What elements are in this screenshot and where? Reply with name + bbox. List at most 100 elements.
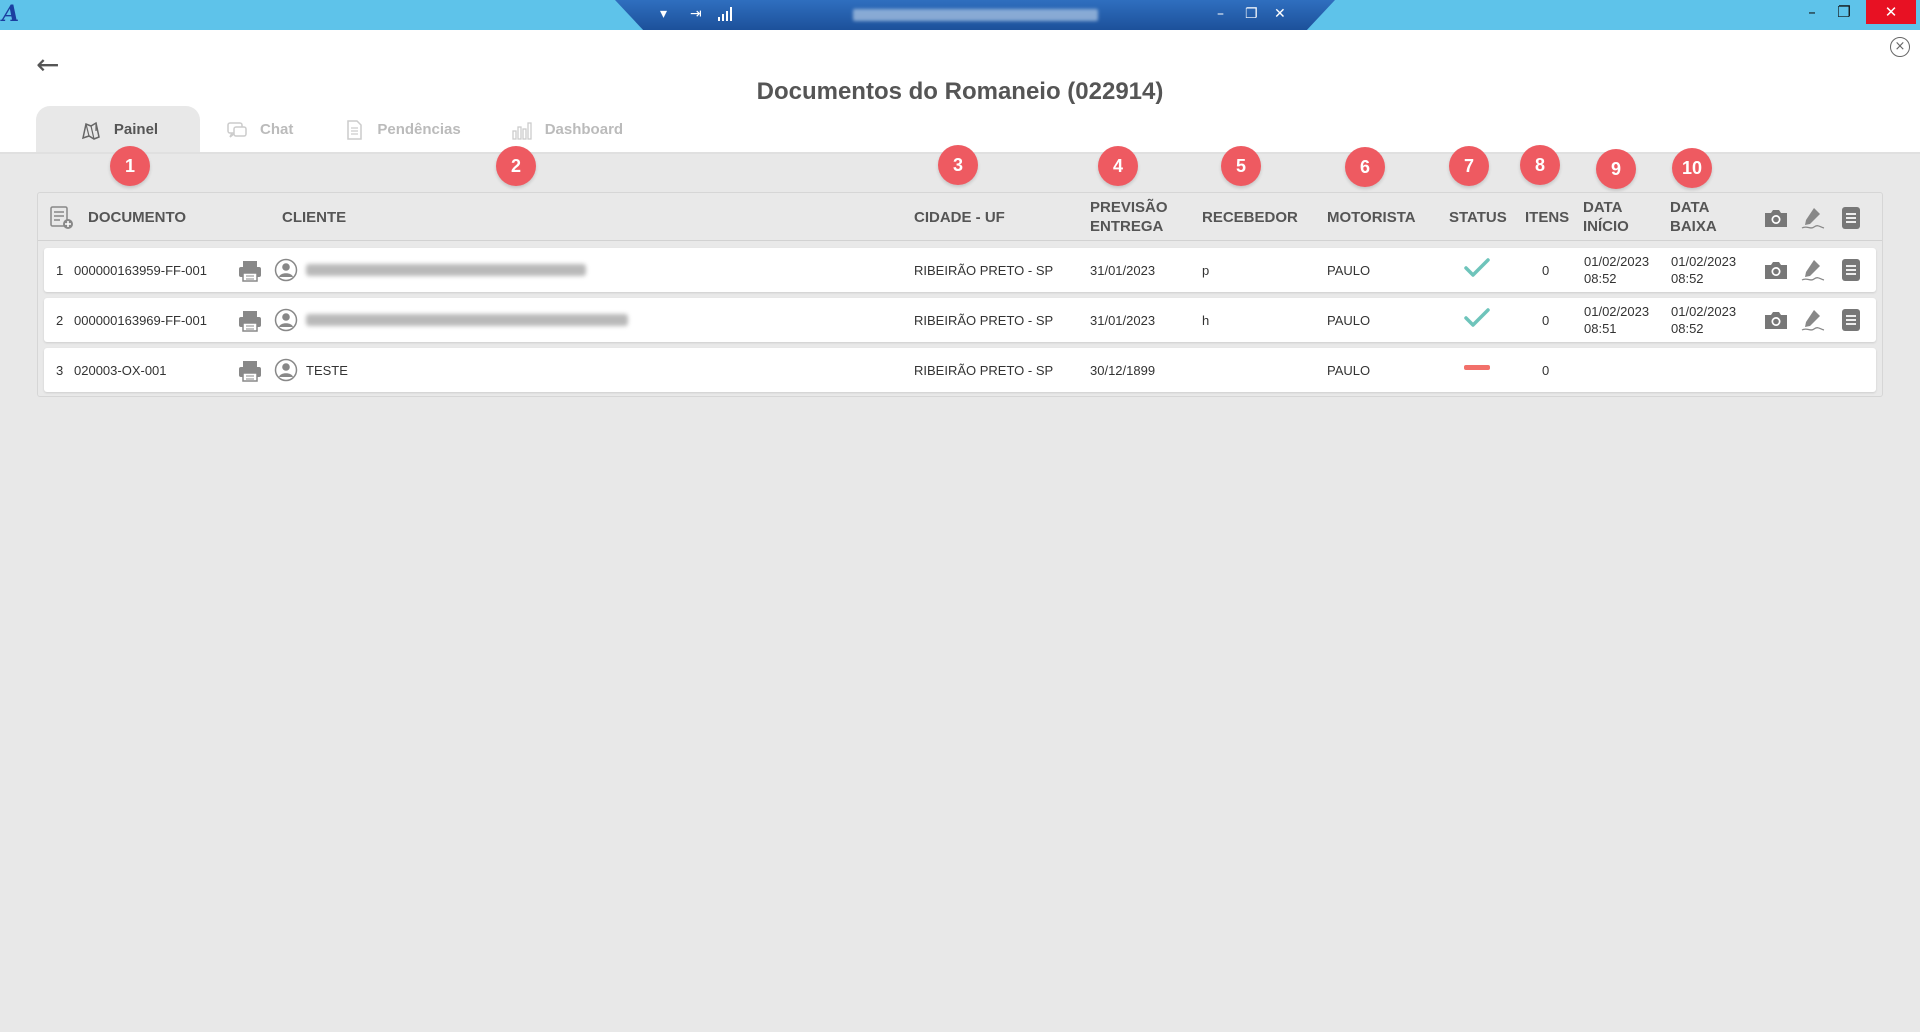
remote-session-bar: ▾ ⇥ – ❐ ✕ [615,0,1335,32]
col-previsao-line2: ENTREGA [1090,218,1164,235]
baixa-date: 01/02/2023 [1671,254,1737,269]
app-logo-icon: A [2,1,20,27]
cell-documento: 020003-OX-001 [74,363,167,378]
col-data-inicio[interactable]: DATA INÍCIO [1583,198,1629,236]
user-avatar-icon [274,358,298,382]
cell-motorista: PAULO [1327,263,1371,278]
back-arrow-icon[interactable]: ← [36,51,66,79]
annotation-badge: 8 [1520,145,1560,185]
tab-chat[interactable]: Chat [200,106,317,153]
bar-chart-icon [512,121,532,140]
notes-icon[interactable] [1840,257,1862,283]
col-baixa-line1: DATA [1670,199,1710,216]
add-document-icon[interactable] [49,205,75,231]
col-previsao-entrega[interactable]: PREVISÃO ENTREGA [1090,198,1168,236]
cell-previsao: 31/01/2023 [1090,313,1156,328]
restore-button[interactable]: ❐ [1826,0,1862,24]
tab-painel[interactable]: Painel [36,106,200,153]
chat-icon [227,121,247,138]
cell-itens: 0 [1542,263,1550,278]
notes-icon [1842,207,1860,229]
row-number: 2 [56,313,64,328]
cell-cidade-uf: RIBEIRÃO PRETO - SP [914,363,1054,378]
camera-icon[interactable] [1763,309,1789,331]
col-recebedor[interactable]: RECEBEDOR [1202,208,1298,227]
close-circle-icon[interactable]: × [1890,37,1910,57]
annotation-badge: 5 [1221,146,1261,186]
page-title: Documentos do Romaneio (022914) [756,78,1164,105]
map-icon [81,121,100,140]
print-icon[interactable] [237,259,263,283]
cell-itens: 0 [1542,363,1550,378]
cell-motorista: PAULO [1327,363,1371,378]
cell-itens: 0 [1542,313,1550,328]
pin-icon[interactable]: ⇥ [690,6,702,22]
camera-icon[interactable] [1763,259,1789,281]
baixa-time: 08:52 [1671,271,1704,286]
cell-recebedor: p [1202,263,1210,278]
client-name-redacted [306,264,586,276]
col-motorista[interactable]: MOTORISTA [1327,208,1416,227]
col-data-baixa[interactable]: DATA BAIXA [1670,198,1717,236]
print-icon[interactable] [237,309,263,333]
remote-dropdown-icon[interactable]: ▾ [660,6,667,22]
close-window-button[interactable]: ✕ [1866,0,1916,24]
col-inicio-line1: DATA [1583,199,1623,216]
check-icon [1464,308,1490,327]
table-header: DOCUMENTO CLIENTE CIDADE - UF PREVISÃO E… [38,193,1882,241]
inicio-time: 08:52 [1584,271,1617,286]
cell-previsao: 31/01/2023 [1090,263,1156,278]
signature-icon[interactable] [1800,257,1826,283]
col-previsao-line1: PREVISÃO [1090,199,1168,216]
col-status[interactable]: STATUS [1449,208,1507,227]
inicio-time: 08:51 [1584,321,1617,336]
table-row[interactable]: 3 020003-OX-001 TESTE RIBEIRÃO PRETO - S… [44,348,1876,392]
tab-chat-label: Chat [260,121,294,138]
col-inicio-line2: INÍCIO [1583,218,1629,235]
user-avatar-icon [274,258,298,282]
cell-previsao: 30/12/1899 [1090,363,1156,378]
annotation-badge: 9 [1596,149,1636,189]
remote-close-button[interactable]: ✕ [1274,6,1286,22]
annotation-badge: 2 [496,146,536,186]
minimize-button[interactable]: – [1794,0,1830,24]
remote-restore-button[interactable]: ❐ [1245,6,1258,22]
cell-data-baixa: 01/02/2023 08:52 [1671,303,1736,337]
col-baixa-line2: BAIXA [1670,218,1717,235]
baixa-date: 01/02/2023 [1671,304,1737,319]
annotation-badge: 3 [938,145,978,185]
check-icon [1464,258,1490,277]
annotation-badge: 4 [1098,146,1138,186]
cell-data-baixa: 01/02/2023 08:52 [1671,253,1736,287]
notes-icon[interactable] [1840,307,1862,333]
annotation-badge: 7 [1449,146,1489,186]
annotation-badge: 1 [110,146,150,186]
inicio-date: 01/02/2023 [1584,304,1650,319]
col-documento[interactable]: DOCUMENTO [88,208,186,227]
user-avatar-icon [274,308,298,332]
tab-pendencias-label: Pendências [377,121,461,138]
cell-motorista: PAULO [1327,313,1371,328]
cell-data-inicio: 01/02/2023 08:52 [1584,253,1649,287]
col-cidade-uf[interactable]: CIDADE - UF [914,208,1005,227]
col-itens[interactable]: ITENS [1525,208,1569,227]
col-cliente[interactable]: CLIENTE [282,208,346,227]
pending-dash-icon [1464,365,1490,370]
signature-icon[interactable] [1800,307,1826,333]
cell-documento: 000000163959-FF-001 [74,263,207,278]
camera-icon [1765,210,1787,227]
window-titlebar: A ▾ ⇥ – ❐ ✕ – ❐ ✕ [0,0,1920,32]
cell-cidade-uf: RIBEIRÃO PRETO - SP [914,313,1054,328]
row-number: 1 [56,263,64,278]
tab-pendencias[interactable]: Pendências [317,106,484,153]
tab-dashboard-label: Dashboard [544,121,624,138]
print-icon[interactable] [237,359,263,383]
table-row[interactable]: 2 000000163969-FF-001 RIBEIRÃO PRETO - S… [44,298,1876,342]
documents-table: DOCUMENTO CLIENTE CIDADE - UF PREVISÃO E… [37,192,1883,397]
table-row[interactable]: 1 000000163959-FF-001 RIBEIRÃO PRETO - S… [44,248,1876,292]
remote-minimize-button[interactable]: – [1217,6,1224,22]
document-icon [347,119,363,140]
row-number: 3 [56,363,64,378]
cell-recebedor: h [1202,313,1210,328]
annotation-badge: 6 [1345,147,1385,187]
